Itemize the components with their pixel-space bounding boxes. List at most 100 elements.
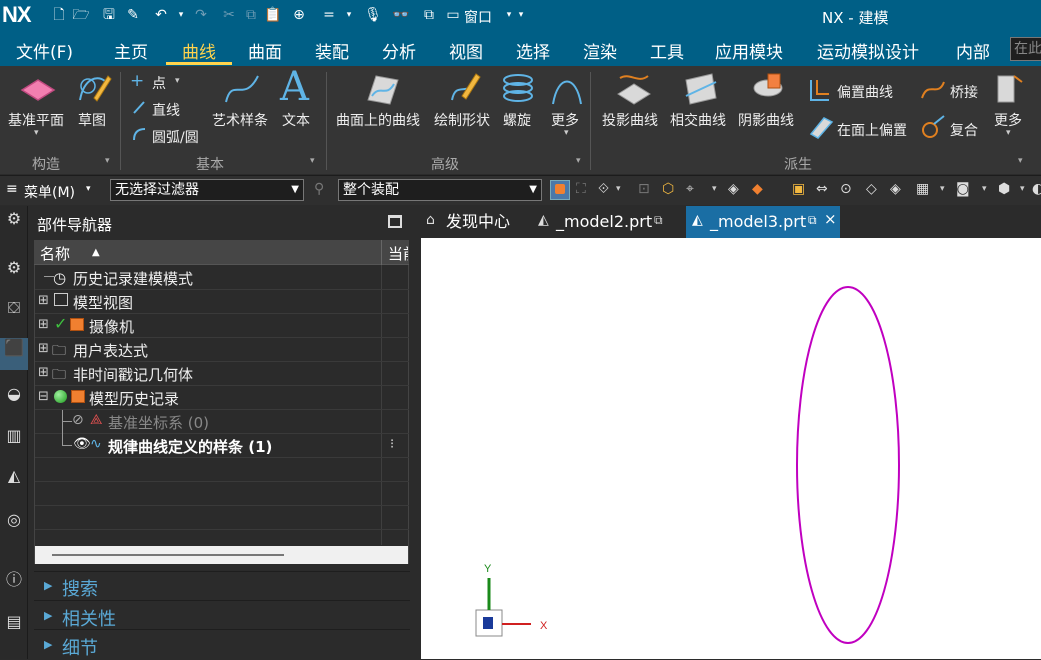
undo-icon[interactable]: ↶ <box>152 6 170 24</box>
isoparametric-curve-button[interactable]: 阴影曲线 <box>738 110 794 130</box>
fit-view-icon[interactable]: ⇔ <box>816 181 828 197</box>
menu-home[interactable]: 主页 <box>114 38 148 63</box>
redo-icon[interactable]: ↷ <box>192 6 210 24</box>
isoparametric-curve-icon[interactable] <box>750 70 788 106</box>
cut-icon[interactable]: ✂ <box>220 6 238 24</box>
command-search-input[interactable]: 在此 <box>1010 37 1041 61</box>
tab-model3[interactable]: _model3.prt <box>710 206 806 238</box>
sketch-shape-button[interactable]: 绘制形状 <box>434 110 490 130</box>
microphone-icon[interactable]: 🎙 <box>364 6 382 24</box>
select-faces-icon[interactable]: ⟐ <box>598 181 609 197</box>
shaded-icon[interactable]: ⬢ <box>998 181 1010 197</box>
menu-tools[interactable]: 工具 <box>650 38 684 63</box>
tab-model2[interactable]: _model2.prt <box>556 206 652 238</box>
bridge-curve-button[interactable]: 桥接 <box>950 82 978 102</box>
select-faces-dropdown-icon[interactable]: ▾ <box>616 184 621 194</box>
menu-assembly[interactable]: 装配 <box>315 38 349 63</box>
select-component-icon[interactable]: ⬡ <box>662 181 674 197</box>
datum-plane-button[interactable]: 基准平面 <box>8 110 64 130</box>
law-spline-curve[interactable] <box>796 286 900 644</box>
copy-icon[interactable]: ⧉ <box>242 6 260 24</box>
close-tab-icon[interactable]: × <box>824 210 837 228</box>
sketch-icon[interactable] <box>76 70 112 106</box>
select-edges-icon[interactable]: ⊡ <box>638 181 650 197</box>
snap-point-icon[interactable]: ⌖ <box>686 181 694 197</box>
scope-select[interactable]: 整个装配 ▼ <box>338 179 542 201</box>
sketch-button[interactable]: 草图 <box>78 110 106 130</box>
more-derived-dropdown-icon[interactable]: ▾ <box>1006 128 1011 138</box>
touch-mode-dropdown-icon[interactable]: ▾ <box>340 6 358 24</box>
more-advanced-dropdown-icon[interactable]: ▾ <box>564 128 569 138</box>
helix-icon[interactable] <box>500 72 536 106</box>
select-bodies-icon[interactable]: ⛶ <box>576 181 586 197</box>
project-curve-button[interactable]: 投影曲线 <box>602 110 658 130</box>
line-button[interactable]: 直线 <box>152 100 180 120</box>
switch-window-icon[interactable]: ⧉ <box>420 6 438 24</box>
repeat-command-icon[interactable]: ⊕ <box>290 6 308 24</box>
constraint-navigator-icon[interactable]: ⛋ <box>3 298 25 320</box>
point-dropdown-icon[interactable]: ▾ <box>175 76 180 86</box>
group-construct-expand-icon[interactable]: ▾ <box>105 156 110 166</box>
new-file-icon[interactable]: 🗋 <box>50 6 68 24</box>
snap-point-dropdown-icon[interactable]: ▾ <box>712 184 717 194</box>
column-name-header[interactable]: 名称 <box>40 243 70 264</box>
paste-icon[interactable]: 📋 <box>264 6 282 24</box>
intersection-curve-icon[interactable] <box>682 70 720 106</box>
collapse-minus-icon[interactable]: ⊟ <box>38 389 49 404</box>
datum-plane-dropdown-icon[interactable]: ▾ <box>34 128 39 138</box>
type-filter-select[interactable]: 无选择过滤器 ▼ <box>110 179 304 201</box>
undo-dropdown-icon[interactable]: ▾ <box>172 6 190 24</box>
menu-button[interactable]: 菜单(M) <box>24 182 75 202</box>
filter-reset-icon[interactable]: ⚲ <box>314 181 324 197</box>
menu-surface[interactable]: 曲面 <box>248 38 282 63</box>
menu-select[interactable]: 选择 <box>516 38 550 63</box>
group-basic-expand-icon[interactable]: ▾ <box>310 156 315 166</box>
graphics-canvas[interactable]: Y X <box>421 238 1041 659</box>
sketch-shape-icon[interactable] <box>446 70 482 106</box>
settings-gear-icon[interactable]: ⚙ <box>3 209 25 231</box>
helix-button[interactable]: 螺旋 <box>503 110 531 130</box>
menu-internal[interactable]: 内部 <box>956 38 990 63</box>
camera-dropdown-icon[interactable]: ▾ <box>982 184 987 194</box>
menu-applications[interactable]: 应用模块 <box>715 38 783 63</box>
column-current-header[interactable]: 当前 <box>388 243 408 264</box>
expand-plus-icon[interactable]: ⊞ <box>38 365 49 380</box>
more-advanced-button[interactable]: 更多 <box>551 110 579 130</box>
hidden-eye-icon[interactable]: ⊘ <box>72 412 84 428</box>
orient-view-icon[interactable]: ▣ <box>792 181 805 197</box>
save-as-icon[interactable]: ✎ <box>124 6 142 24</box>
history-icon[interactable]: ◎ <box>3 510 25 532</box>
customize-qa-icon[interactable]: ▾ <box>512 6 530 24</box>
more-derived-icon[interactable] <box>994 72 1024 104</box>
camera-icon[interactable]: ◙ <box>956 181 970 197</box>
menu-render[interactable]: 渲染 <box>583 38 617 63</box>
glasses-icon[interactable]: 👓 <box>392 6 410 24</box>
roles-icon[interactable]: ▤ <box>3 612 25 634</box>
curve-on-surface-button[interactable]: 曲面上的曲线 <box>336 110 420 130</box>
section-view-dropdown-icon[interactable]: ▾ <box>940 184 945 194</box>
project-curve-icon[interactable] <box>614 70 652 106</box>
more-derived-button[interactable]: 更多 <box>994 110 1022 130</box>
curve-on-surface-icon[interactable] <box>362 70 402 106</box>
text-icon[interactable]: A <box>280 64 309 110</box>
expand-plus-icon[interactable]: ⊞ <box>38 293 49 308</box>
save-icon[interactable]: 🖫 <box>100 6 118 24</box>
menu-dropdown-icon[interactable]: ▾ <box>86 184 91 194</box>
visible-eye-icon[interactable]: 👁 <box>73 436 91 452</box>
component-view-icon[interactable]: ◆ <box>752 181 763 197</box>
hd3d-tools-icon[interactable]: ▥ <box>3 426 25 448</box>
touch-mode-icon[interactable]: = <box>320 6 338 24</box>
point-button[interactable]: 点 <box>152 73 166 93</box>
intersection-curve-button[interactable]: 相交曲线 <box>670 110 726 130</box>
offset-curve-button[interactable]: 偏置曲线 <box>837 82 893 102</box>
shaded-dropdown-icon[interactable]: ▾ <box>1020 184 1025 194</box>
show-hide-icon[interactable]: ◈ <box>728 181 739 197</box>
maximize-icon[interactable] <box>388 215 402 228</box>
open-file-icon[interactable]: 🗁 <box>72 6 90 24</box>
rendering-style-icon[interactable]: ◇ <box>866 181 877 197</box>
more-view-icon[interactable]: ◐ <box>1032 181 1041 197</box>
menu-curve[interactable]: 曲线 <box>182 38 216 63</box>
datum-plane-icon[interactable] <box>20 72 56 108</box>
hamburger-icon[interactable]: ≡ <box>6 181 18 197</box>
window-icon[interactable]: ▭ <box>444 6 462 24</box>
